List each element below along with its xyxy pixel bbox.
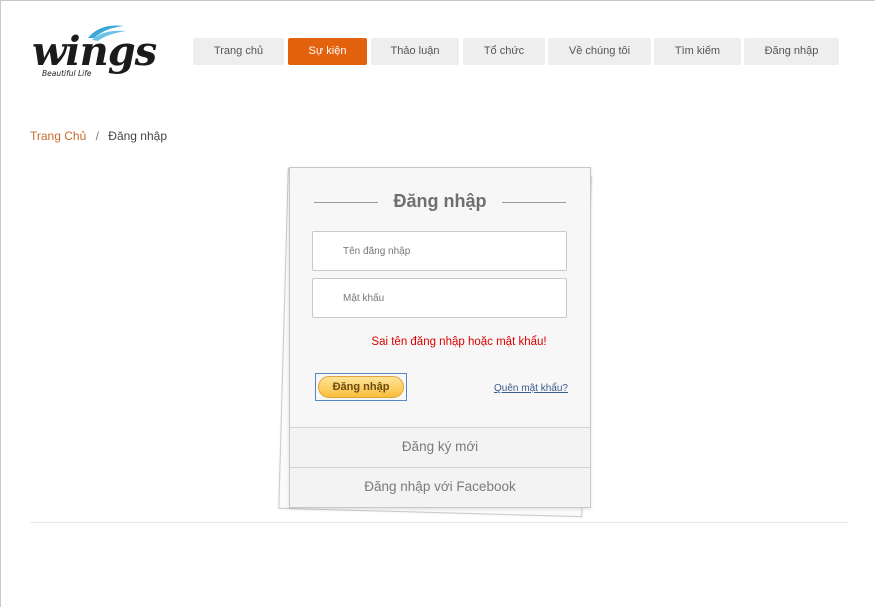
logo-tagline: Beautiful Life [42, 69, 92, 78]
breadcrumb: Trang Chủ / Đăng nhập [30, 129, 167, 143]
wings-logo[interactable]: wings Beautiful Life [32, 22, 157, 84]
login-card: Đăng nhập Sai tên đăng nhập hoặc mật khẩ… [289, 167, 591, 508]
breadcrumb-current: Đăng nhập [108, 129, 167, 143]
register-button[interactable]: Đăng ký mới [290, 427, 590, 467]
password-input[interactable] [312, 278, 567, 318]
nav-item-login[interactable]: Đăng nhập [744, 38, 839, 65]
breadcrumb-home-link[interactable]: Trang Chủ [30, 129, 86, 143]
nav-item-discussion[interactable]: Thảo luận [371, 38, 459, 65]
window-top-border [0, 0, 875, 1]
breadcrumb-separator: / [95, 129, 99, 143]
window-left-border [0, 0, 1, 607]
nav-item-search[interactable]: Tìm kiếm [654, 38, 741, 65]
logo-wordmark: wings [32, 28, 157, 75]
login-button-focus-ring: Đăng nhập [315, 373, 407, 401]
nav-item-about[interactable]: Về chúng tôi [548, 38, 651, 65]
title-divider-right [502, 202, 566, 203]
forgot-password-link[interactable]: Quên mật khẩu? [494, 383, 568, 394]
login-card-header: Đăng nhập [290, 188, 590, 218]
login-submit-button[interactable]: Đăng nhập [318, 376, 404, 398]
facebook-login-button[interactable]: Đăng nhập với Facebook [290, 467, 590, 507]
footer-divider [30, 522, 848, 523]
nav-item-home[interactable]: Trang chủ [193, 38, 284, 65]
login-error-message: Sai tên đăng nhập hoặc mật khẩu! [371, 336, 547, 348]
nav-item-events[interactable]: Sự kiện [288, 38, 367, 65]
username-input[interactable] [312, 231, 567, 271]
nav-item-organization[interactable]: Tổ chức [463, 38, 545, 65]
